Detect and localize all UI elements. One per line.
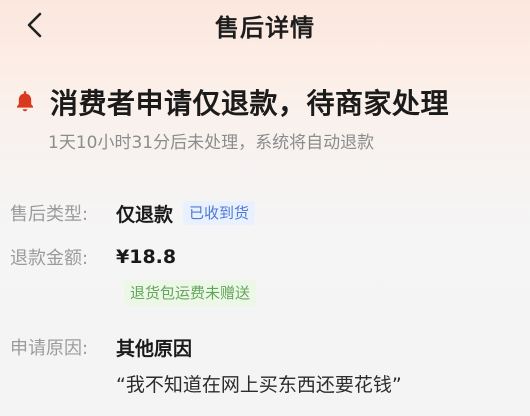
request-reason-value: 其他原因: [116, 337, 193, 360]
top-navigation-bar: 售后详情: [0, 0, 530, 52]
after-sales-type-value: 仅退款: [116, 203, 174, 226]
after-sales-detail-screen: 售后详情 消费者申请仅退款，待商家处理 1天10小时31分后未处理，系统将自动退…: [0, 0, 530, 416]
shipping-note: 退货包运费未赠送: [124, 280, 257, 306]
refund-amount-row: 退款金额: ¥18.8: [10, 242, 520, 272]
request-reason-label: 申请原因:: [10, 338, 89, 359]
after-sales-type-row: 售后类型: 仅退款 已收到货: [10, 198, 520, 228]
received-goods-badge: 已收到货: [183, 201, 256, 225]
row-spacer: [10, 306, 520, 332]
status-title: 消费者申请仅退款，待商家处理: [50, 87, 450, 120]
row-spacer: [10, 228, 520, 242]
page-title: 售后详情: [215, 14, 315, 42]
auto-refund-countdown: 1天10小时31分后未处理，系统将自动退款: [48, 133, 375, 153]
refund-amount-label: 退款金额:: [10, 248, 89, 269]
after-sales-type-label: 售后类型:: [10, 204, 89, 225]
bell-icon: [17, 91, 33, 112]
refund-amount-value: ¥18.8: [116, 246, 177, 268]
status-header: 消费者申请仅退款，待商家处理: [12, 82, 518, 122]
request-reason-detail: “我不知道在网上买东西还要花钱”: [116, 374, 402, 396]
refund-status-section: 消费者申请仅退款，待商家处理 1天10小时31分后未处理，系统将自动退款: [12, 82, 518, 153]
after-sales-details: 售后类型: 仅退款 已收到货 退款金额: ¥18.8 退货包运费未赠送 申请原因…: [10, 198, 520, 397]
request-reason-row: 申请原因: 其他原因: [10, 332, 520, 362]
